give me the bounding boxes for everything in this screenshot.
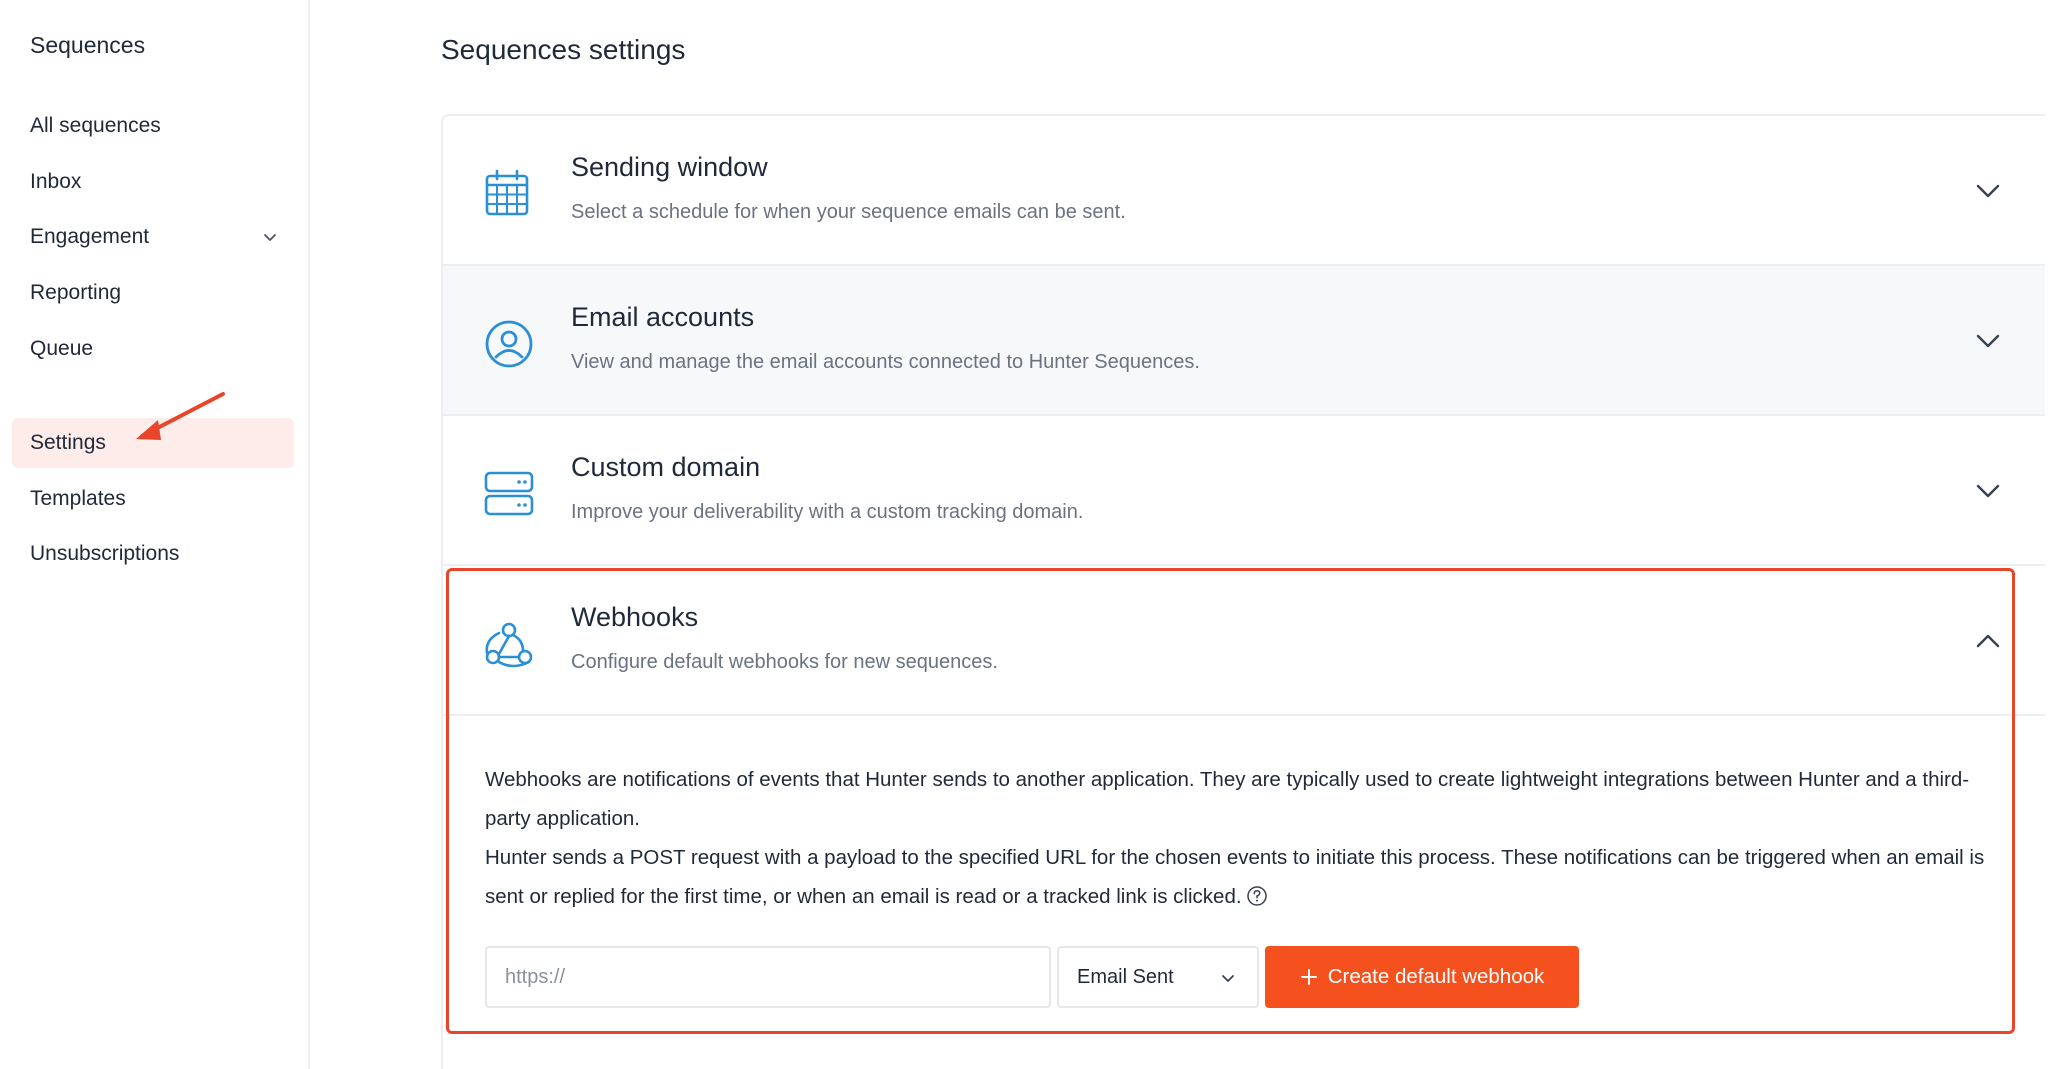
calendar-icon <box>485 169 529 216</box>
sidebar-item-all-sequences[interactable]: All sequences <box>12 101 294 151</box>
webhook-event-select[interactable]: Email Sent <box>1057 946 1259 1008</box>
create-default-webhook-button[interactable]: Create default webhook <box>1265 946 1579 1008</box>
sidebar: Sequences All sequences Inbox Engagement… <box>0 0 310 1069</box>
user-circle-icon <box>485 320 533 368</box>
plus-icon <box>1300 969 1317 985</box>
sidebar-item-label: Inbox <box>30 170 82 193</box>
section-webhooks[interactable]: Webhooks Configure default webhooks for … <box>443 566 2045 716</box>
sidebar-title: Sequences <box>30 32 146 58</box>
chevron-down-icon <box>264 234 276 241</box>
webhooks-paragraph-1: Webhooks are notifications of events tha… <box>485 768 1970 830</box>
sidebar-item-queue[interactable]: Queue <box>12 324 294 374</box>
chevron-down-icon[interactable] <box>1973 326 2003 356</box>
sidebar-item-inbox[interactable]: Inbox <box>12 157 294 207</box>
settings-panel: Sending window Select a schedule for whe… <box>441 114 2045 1069</box>
section-custom-domain[interactable]: Custom domain Improve your deliverabilit… <box>443 416 2045 566</box>
section-title: Webhooks <box>571 602 699 632</box>
section-description: Select a schedule for when your sequence… <box>571 201 1126 223</box>
webhooks-content: Webhooks are notifications of events tha… <box>443 716 2045 1056</box>
webhooks-paragraph-2: Hunter sends a POST request with a paylo… <box>485 838 2005 916</box>
page-title: Sequences settings <box>441 34 686 65</box>
help-icon[interactable] <box>1246 885 1268 907</box>
sidebar-item-label: Queue <box>30 337 94 360</box>
server-icon <box>484 471 534 516</box>
annotation-arrow-icon <box>136 392 225 440</box>
sidebar-item-reporting[interactable]: Reporting <box>12 268 294 318</box>
chevron-up-icon[interactable] <box>1973 626 2003 656</box>
app-root: Sequences All sequences Inbox Engagement… <box>0 0 2048 1069</box>
sidebar-item-label: All sequences <box>30 114 161 137</box>
sidebar-item-unsubscriptions[interactable]: Unsubscriptions <box>12 529 294 579</box>
chevron-down-icon[interactable] <box>1973 176 2003 206</box>
sidebar-item-label: Reporting <box>30 281 122 304</box>
sidebar-item-label: Unsubscriptions <box>30 542 180 565</box>
section-description: Configure default webhooks for new seque… <box>571 651 998 673</box>
webhooks-description: Webhooks are notifications of events tha… <box>485 760 2005 916</box>
sidebar-item-label: Engagement <box>30 225 150 248</box>
sidebar-item-engagement[interactable]: Engagement <box>12 212 294 262</box>
webhooks-paragraph-2-text: Hunter sends a POST request with a paylo… <box>485 846 1985 908</box>
create-default-webhook-label: Create default webhook <box>1327 965 1545 988</box>
section-description: View and manage the email accounts conne… <box>571 351 1200 373</box>
sidebar-item-templates[interactable]: Templates <box>12 474 294 524</box>
sidebar-item-label: Settings <box>30 431 106 454</box>
section-sending-window[interactable]: Sending window Select a schedule for whe… <box>443 116 2045 266</box>
section-description: Improve your deliverability with a custo… <box>571 501 1084 523</box>
webhook-icon <box>485 622 533 668</box>
section-title: Email accounts <box>571 302 755 332</box>
section-title: Custom domain <box>571 452 761 482</box>
webhook-url-input[interactable] <box>485 946 1051 1008</box>
webhook-event-selected: Email Sent <box>1077 965 1174 988</box>
sidebar-item-label: Templates <box>30 487 126 510</box>
chevron-down-icon <box>1222 975 1234 982</box>
chevron-down-icon[interactable] <box>1973 476 2003 506</box>
section-email-accounts[interactable]: Email accounts View and manage the email… <box>443 266 2045 416</box>
section-title: Sending window <box>571 152 768 182</box>
